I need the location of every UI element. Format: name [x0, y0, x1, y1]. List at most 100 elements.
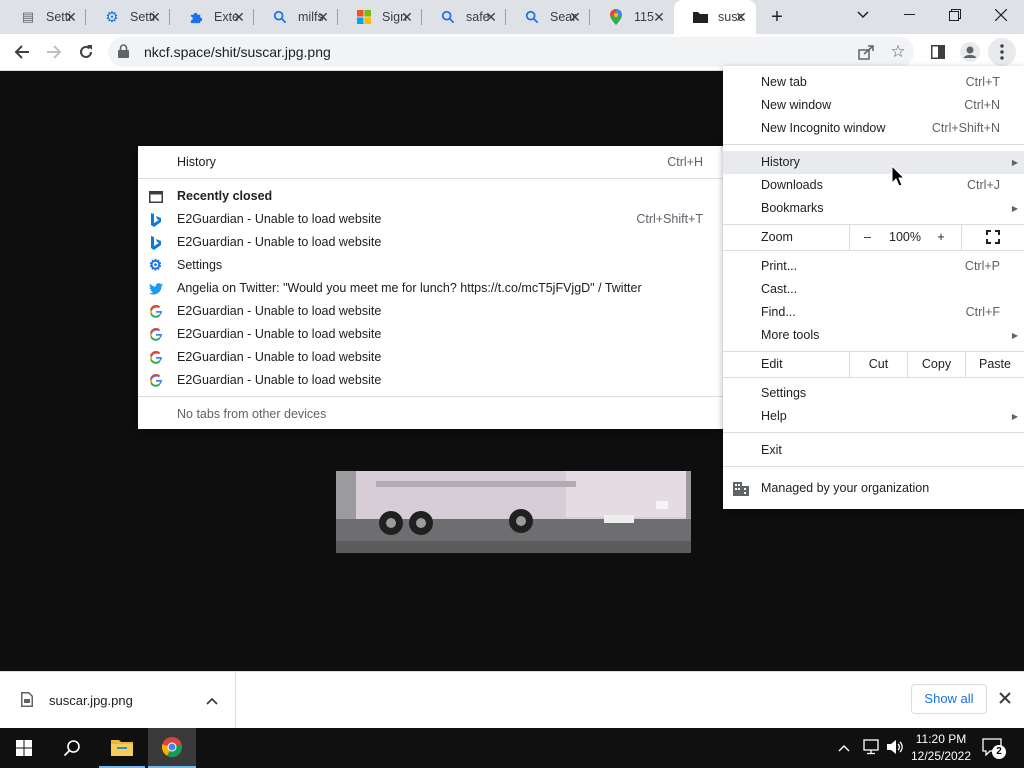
close-icon[interactable]: ✕ [652, 10, 666, 24]
tab-3[interactable]: Exte ✕ [170, 0, 254, 34]
tab-5[interactable]: Sign ✕ [338, 0, 422, 34]
menu-edit-row: Edit Cut Copy Paste [723, 352, 1024, 377]
tab-2[interactable]: ⚙ Setti ✕ [86, 0, 170, 34]
google-icon [148, 327, 163, 342]
close-icon[interactable]: ✕ [316, 10, 330, 24]
history-item[interactable]: History Ctrl+H [138, 151, 725, 174]
tab-6[interactable]: safe ✕ [422, 0, 506, 34]
close-icon[interactable]: ✕ [734, 10, 748, 24]
minimize-button[interactable] [886, 0, 932, 30]
close-window-button[interactable] [978, 0, 1024, 30]
menu-zoom-row: Zoom – 100% + [723, 225, 1024, 250]
menu-help[interactable]: Help ▶ [723, 405, 1024, 428]
close-icon[interactable]: ✕ [148, 10, 162, 24]
recently-closed-item[interactable]: ⚙ Settings [138, 254, 725, 277]
window-icon [148, 189, 163, 204]
recently-closed-item[interactable]: E2Guardian - Unable to load website [138, 323, 725, 346]
menu-settings[interactable]: Settings [723, 382, 1024, 405]
menu-more-tools[interactable]: More tools ▶ [723, 324, 1024, 347]
close-icon[interactable]: ✕ [568, 10, 582, 24]
cut-button[interactable]: Cut [849, 352, 907, 377]
chrome-menu-button[interactable] [988, 38, 1016, 66]
show-all-button[interactable]: Show all [911, 684, 987, 714]
show-hidden-icons[interactable] [838, 741, 850, 755]
recently-closed-item[interactable]: E2Guardian - Unable to load website [138, 231, 725, 254]
new-tab-button[interactable]: + [754, 2, 800, 32]
maps-icon [608, 9, 624, 25]
menu-new-incognito[interactable]: New Incognito window Ctrl+Shift+N [723, 117, 1024, 140]
tab-8[interactable]: 115 ✕ [590, 0, 674, 34]
volume-icon[interactable] [886, 739, 904, 758]
recently-closed-item[interactable]: Angelia on Twitter: "Would you meet me f… [138, 277, 725, 300]
share-icon[interactable] [852, 38, 880, 66]
download-bar: suscar.jpg.png Show all [0, 671, 1024, 728]
menu-new-window[interactable]: New window Ctrl+N [723, 94, 1024, 117]
taskbar-search-icon[interactable] [48, 728, 96, 768]
recently-closed-item[interactable]: E2Guardian - Unable to load website [138, 346, 725, 369]
building-icon [733, 481, 749, 504]
recently-closed-item[interactable]: E2Guardian - Unable to load website [138, 300, 725, 323]
gear-icon: ⚙ [105, 9, 119, 26]
chrome-menu: New tab Ctrl+T New window Ctrl+N New Incog… [723, 66, 1024, 509]
copy-button[interactable]: Copy [907, 352, 965, 377]
submenu-arrow-icon: ▶ [1011, 158, 1018, 167]
history-submenu: History Ctrl+H Recently closed E2Guardia… [138, 146, 725, 429]
menu-print[interactable]: Print... Ctrl+P [723, 255, 1024, 278]
chrome-taskbar-icon[interactable] [148, 728, 196, 768]
clock-time[interactable]: 11:20 PM [912, 732, 970, 746]
menu-find[interactable]: Find... Ctrl+F [723, 301, 1024, 324]
clock-date[interactable]: 12/25/2022 [910, 749, 972, 763]
menu-new-tab[interactable]: New tab Ctrl+T [723, 71, 1024, 94]
close-icon[interactable]: ✕ [400, 10, 414, 24]
network-icon[interactable] [862, 739, 880, 758]
reload-button[interactable] [72, 38, 100, 66]
tab-1[interactable]: ▤ Setti ✕ [2, 0, 86, 34]
side-panel-icon[interactable] [924, 38, 952, 66]
menu-managed[interactable]: Managed by your organization [723, 477, 1024, 500]
recently-closed-item[interactable]: E2Guardian - Unable to load website Ctrl… [138, 208, 725, 231]
download-item[interactable]: suscar.jpg.png [0, 672, 236, 728]
lock-icon[interactable] [118, 43, 132, 61]
profile-avatar[interactable] [956, 38, 984, 66]
close-icon[interactable]: ✕ [232, 10, 246, 24]
restore-button[interactable] [932, 0, 978, 30]
tab-4[interactable]: milfs ✕ [254, 0, 338, 34]
notification-center-icon[interactable]: 2 [982, 738, 1006, 759]
tab-7[interactable]: Sear ✕ [506, 0, 590, 34]
bus-image [336, 471, 691, 553]
fullscreen-button[interactable] [961, 225, 1024, 250]
url-text: nkcf.space/shit/suscar.jpg.png [144, 44, 331, 60]
tab-active[interactable]: susc ✕ [674, 0, 756, 34]
google-icon [148, 373, 163, 388]
menu-bookmarks[interactable]: Bookmarks ▶ [723, 197, 1024, 220]
recently-closed-heading: Recently closed [138, 185, 725, 208]
close-download-bar-button[interactable] [999, 692, 1011, 707]
tab-search-button[interactable] [840, 0, 886, 30]
file-icon [21, 692, 33, 710]
google-icon [148, 350, 163, 365]
menu-history[interactable]: History ▶ [723, 151, 1024, 174]
bookmark-star-icon[interactable]: ☆ [884, 38, 912, 66]
close-icon[interactable]: ✕ [64, 10, 78, 24]
address-bar[interactable]: nkcf.space/shit/suscar.jpg.png [108, 37, 914, 67]
search-icon [272, 9, 288, 25]
paste-button[interactable]: Paste [965, 352, 1024, 377]
close-icon[interactable]: ✕ [484, 10, 498, 24]
search-icon [440, 9, 456, 25]
start-button[interactable] [0, 728, 48, 768]
recently-closed-item[interactable]: E2Guardian - Unable to load website [138, 369, 725, 392]
zoom-out-button[interactable]: – [849, 225, 885, 250]
menu-downloads[interactable]: Downloads Ctrl+J [723, 174, 1024, 197]
chevron-up-icon[interactable] [206, 694, 218, 708]
bing-icon [148, 235, 163, 250]
file-explorer-icon[interactable] [99, 728, 145, 768]
zoom-in-button[interactable]: + [925, 225, 957, 250]
back-button[interactable] [8, 38, 36, 66]
forward-button[interactable] [40, 38, 68, 66]
settings-page-icon: ▤ [21, 9, 35, 24]
menu-exit[interactable]: Exit [723, 439, 1024, 462]
windows-taskbar: 11:20 PM 12/25/2022 2 [0, 728, 1024, 768]
submenu-arrow-icon: ▶ [1011, 331, 1018, 340]
menu-cast[interactable]: Cast... [723, 278, 1024, 301]
microsoft-icon [356, 9, 372, 25]
